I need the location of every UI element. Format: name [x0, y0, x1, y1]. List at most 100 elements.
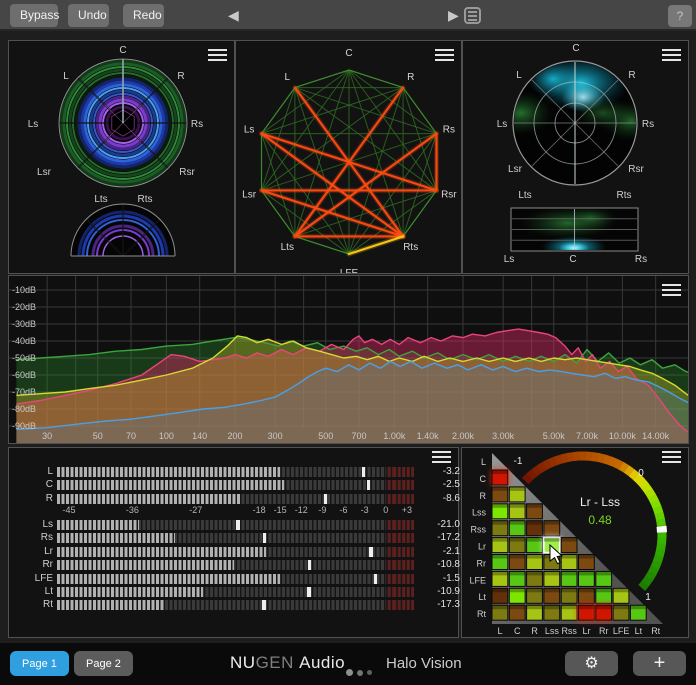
label: L — [497, 626, 502, 636]
brand-nu: NU — [230, 653, 256, 672]
meter-channel-label: Ls — [9, 519, 53, 530]
label: Lss — [545, 626, 560, 636]
label: 2.00k — [452, 431, 475, 441]
label: 140 — [192, 431, 207, 441]
label: Lss — [472, 508, 487, 518]
correlation-web-panel: CRRsRsrRtsLFELtsLsrLsL — [235, 40, 462, 274]
spectrum-analyzer-panel: -10dB-20dB-30dB-40dB-50dB-60dB-70dB-80dB… — [8, 275, 689, 444]
meter-channel-label: Lt — [9, 586, 53, 597]
label: R — [407, 72, 414, 83]
label: 7.00k — [576, 431, 599, 441]
panel-menu-icon[interactable] — [662, 49, 681, 63]
meter-channel-label: Rt — [9, 599, 53, 610]
bypass-button[interactable]: Bypass — [10, 4, 58, 27]
meter-channel-label: L — [9, 466, 53, 477]
label: R — [177, 71, 184, 82]
label: Rr — [477, 558, 487, 568]
meter-bar-R — [57, 494, 414, 504]
label: 500 — [318, 431, 333, 441]
settings-gear-button[interactable]: ⚙ — [565, 651, 618, 676]
redo-button[interactable]: Redo — [123, 4, 164, 27]
brand-logo: NUGEN Audio — [230, 653, 345, 673]
add-module-button[interactable]: + — [633, 651, 686, 676]
label: -50dB — [12, 353, 36, 363]
label: 300 — [268, 431, 283, 441]
label: Ls — [497, 119, 508, 130]
label: Rs — [642, 119, 654, 130]
meter-scale-tick: -12 — [295, 505, 308, 515]
meter-bar-Rt — [57, 600, 414, 610]
label: -1 — [514, 456, 523, 467]
label: Rs — [191, 119, 203, 130]
label: C — [514, 626, 521, 636]
panel-menu-icon[interactable] — [435, 49, 454, 63]
help-button[interactable]: ? — [668, 5, 692, 27]
meter-channel-label: LFE — [9, 573, 53, 584]
label: -80dB — [12, 404, 36, 414]
label: Rs — [443, 125, 455, 136]
label: R — [628, 70, 635, 81]
label: Lts — [94, 194, 107, 205]
label: -20dB — [12, 302, 36, 312]
panel-menu-icon[interactable] — [432, 451, 451, 465]
label: Rsr — [179, 167, 195, 178]
location-scope-visualization: CLRLsRsLsrRsrLtsRtsLsCRs — [463, 41, 688, 273]
label: -30dB — [12, 319, 36, 329]
meter-scale-tick: 0 — [383, 505, 388, 515]
label: L — [516, 70, 522, 81]
correlation-matrix-panel: -101Lr - Lss0.48LCRLssRssLrRrLFELtRtLCRL… — [461, 447, 689, 638]
label: C — [345, 48, 352, 59]
undo-button[interactable]: Undo — [68, 4, 109, 27]
label: Lr — [582, 626, 590, 636]
label: LFE — [469, 575, 486, 585]
back-icon[interactable]: ◀ — [228, 8, 239, 23]
label: Lr - Lss — [580, 495, 620, 509]
label: Rt — [477, 609, 486, 619]
meter-value: -17.3 — [416, 599, 460, 610]
label: Rs — [635, 254, 647, 265]
spectrum-analyzer-chart: -10dB-20dB-30dB-40dB-50dB-60dB-70dB-80dB… — [9, 276, 688, 443]
label: Rt — [651, 626, 660, 636]
correlation-web-visualization: CRRsRsrRtsLFELtsLsrLsL — [236, 41, 461, 273]
label: 0.48 — [588, 513, 612, 527]
panel-menu-icon[interactable] — [662, 284, 681, 298]
label: Ls — [244, 125, 255, 136]
meter-value: -8.6 — [416, 493, 460, 504]
surround-scope-visualization: CLRLsRsLsrRsrLtsRts — [9, 41, 234, 273]
toolbar: Bypass Undo Redo ◀ ▶ ? — [0, 0, 696, 31]
brand-audio-word: Audio — [299, 653, 345, 672]
meter-scale-tick: -9 — [318, 505, 326, 515]
label: -10dB — [12, 285, 36, 295]
label: Rts — [617, 190, 632, 201]
play-icon[interactable]: ▶ — [448, 8, 459, 23]
label: Lt — [478, 592, 486, 602]
meter-scale-tick: +3 — [402, 505, 412, 515]
label: -70dB — [12, 387, 36, 397]
meter-bar-L — [57, 467, 414, 477]
preset-list-icon[interactable] — [464, 7, 481, 24]
page-2-button[interactable]: Page 2 — [74, 651, 133, 676]
label: LFE — [613, 626, 630, 636]
label: Ls — [504, 254, 515, 265]
label: L — [285, 72, 291, 83]
panel-menu-icon[interactable] — [662, 451, 681, 465]
meter-bar-LFE — [57, 574, 414, 584]
page-1-button[interactable]: Page 1 — [10, 651, 69, 676]
panel-menu-icon[interactable] — [208, 49, 227, 63]
label: R — [531, 626, 538, 636]
footer-bar: Page 1 Page 2 NUGEN Audio Halo Vision ⚙ … — [0, 643, 696, 685]
meter-channel-label: C — [9, 479, 53, 490]
label: L — [63, 71, 69, 82]
meter-bar-Lr — [57, 547, 414, 557]
label: 1.40k — [417, 431, 440, 441]
label: 10.00k — [609, 431, 637, 441]
label: Rr — [599, 626, 609, 636]
label: 1.00k — [383, 431, 406, 441]
meter-scale-tick: -45 — [62, 505, 75, 515]
location-scope-panel: CLRLsRsLsrRsrLtsRtsLsCRs — [462, 40, 689, 274]
label: LFE — [340, 268, 359, 273]
label: C — [119, 45, 126, 56]
meter-scale-tick: -15 — [274, 505, 287, 515]
level-meters-panel: L-3.2C-2.5R-8.6-45-36-27-18-15-12-9-6-30… — [8, 447, 459, 638]
label: 0 — [638, 468, 644, 479]
